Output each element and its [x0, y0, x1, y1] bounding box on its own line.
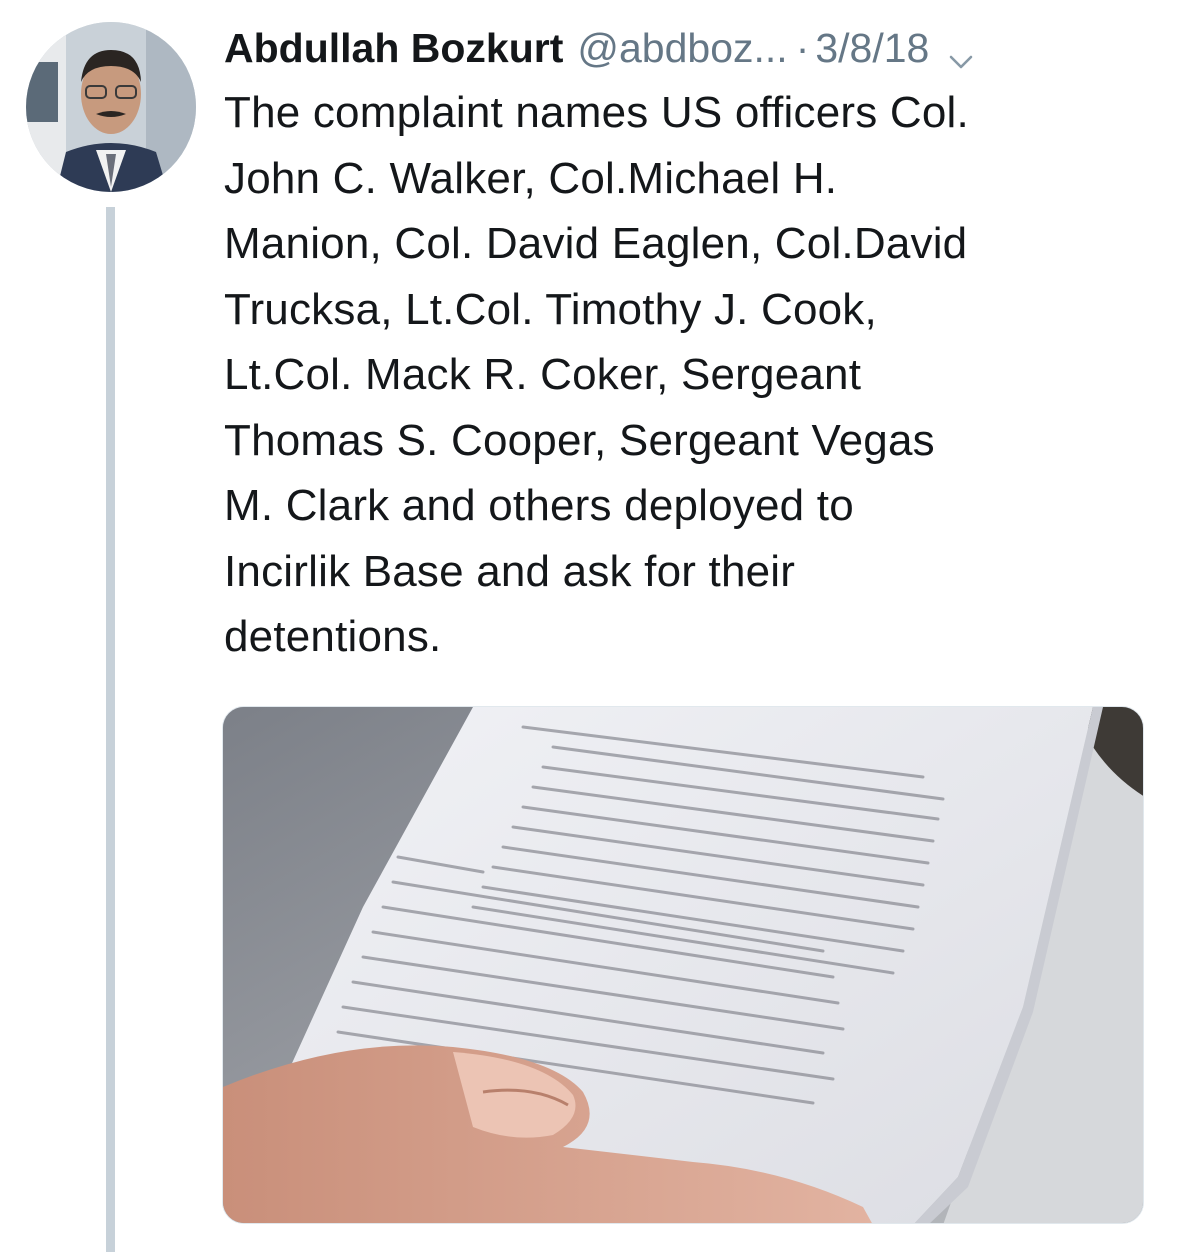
author-avatar[interactable] — [26, 22, 196, 192]
author-name[interactable]: Abdullah Bozkurt — [224, 20, 563, 76]
tweet-text: The complaint names US officers Col. Joh… — [224, 80, 1154, 670]
tweet-text-line: Manion, Col. David Eaglen, Col.David — [224, 219, 968, 268]
tweet-text-line: Thomas S. Cooper, Sergeant Vegas — [224, 415, 935, 465]
tweet-date[interactable]: 3/8/18 — [815, 20, 929, 76]
tweet-text-line: Incirlik Base and ask for their — [224, 546, 796, 596]
tweet-header: Abdullah Bozkurt @abdboz... · 3/8/18 — [224, 20, 975, 76]
tweet-text-line: Lt.Col. Mack R. Coker, Sergeant — [224, 350, 862, 399]
document-photo — [223, 707, 1143, 1223]
chevron-down-icon[interactable] — [947, 34, 975, 69]
tweet-text-line: The complaint names US officers Col. — [224, 88, 969, 137]
tweet-text-line: detentions. — [224, 612, 442, 661]
author-handle[interactable]: @abdboz... — [577, 20, 787, 76]
avatar-photo — [26, 22, 196, 192]
tweet-text-line: Trucksa, Lt.Col. Timothy J. Cook, — [224, 284, 877, 334]
tweet-text-line: John C. Walker, Col.Michael H. — [224, 153, 838, 203]
tweet-text-line: M. Clark and others deployed to — [224, 481, 854, 530]
tweet-media-photo[interactable] — [222, 706, 1144, 1224]
header-separator: · — [795, 25, 810, 71]
thread-line — [106, 207, 115, 1252]
